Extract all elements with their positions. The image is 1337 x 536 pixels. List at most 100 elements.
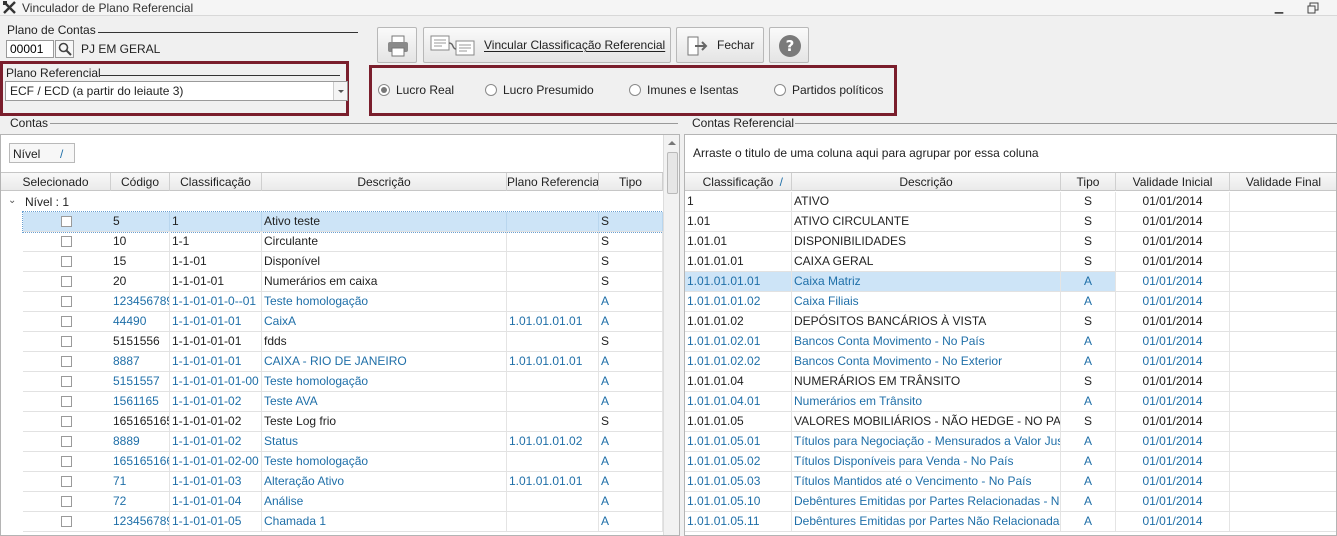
chevron-down-icon[interactable]: ⌄: [8, 195, 16, 206]
row-checkbox[interactable]: [61, 436, 72, 447]
table-row[interactable]: 5151557 1-1-01-01-01-00 Teste homologação A: [23, 372, 663, 392]
table-row[interactable]: 1.01.01.05.01 Títulos para Negociação - M…: [685, 432, 1336, 452]
row-checkbox[interactable]: [61, 276, 72, 287]
cell-classificacao: 1.01.01.05.01: [685, 432, 792, 451]
print-button[interactable]: [377, 27, 417, 63]
radio-button[interactable]: [629, 84, 641, 96]
table-row[interactable]: 8889 1-1-01-01-02 Status 1.01.01.01.02 A: [23, 432, 663, 452]
help-button[interactable]: ?: [769, 27, 809, 63]
row-checkbox[interactable]: [61, 316, 72, 327]
restore-icon[interactable]: [1307, 2, 1319, 14]
table-row[interactable]: 123456789 1-1-01-01-05 Chamada 1 A: [23, 512, 663, 532]
table-row[interactable]: 1.01.01.02 DEPÓSITOS BANCÁRIOS À VISTA S 01…: [685, 312, 1336, 332]
contas-grid: Nível / Selecionado Código Classificação De…: [0, 134, 680, 536]
row-checkbox[interactable]: [61, 236, 72, 247]
group-chip-nivel[interactable]: Nível /: [9, 143, 75, 163]
row-checkbox[interactable]: [61, 296, 72, 307]
table-row[interactable]: 1.01.01.01.02 Caixa Filiais A 01/01/2014: [685, 292, 1336, 312]
printer-icon: [388, 35, 408, 57]
plano-contas-code-input[interactable]: [6, 40, 54, 58]
vincular-button[interactable]: Vincular Classificação Referencial: [423, 27, 671, 63]
table-row[interactable]: 71 1-1-01-01-03 Alteração Ativo 1.01.01.01.…: [23, 472, 663, 492]
cell-tipo: A: [1061, 332, 1116, 351]
row-checkbox[interactable]: [61, 456, 72, 467]
cell-classificacao: 1.01.01.02: [685, 312, 792, 331]
row-checkbox[interactable]: [61, 216, 72, 227]
table-row[interactable]: 165165165 1-1-01-01-02 Teste Log frio S: [23, 412, 663, 432]
table-row[interactable]: 123456789 1-1-01-01-0--01 Teste homologaçã…: [23, 292, 663, 312]
svg-text:?: ?: [786, 37, 795, 55]
table-row[interactable]: 1.01.01.05.11 Debêntures Emitidas por Par…: [685, 512, 1336, 532]
row-checkbox[interactable]: [61, 476, 72, 487]
col-validade-final[interactable]: Validade Final: [1230, 173, 1336, 191]
row-checkbox[interactable]: [61, 336, 72, 347]
code-search-button[interactable]: [55, 40, 74, 58]
col-classificacao[interactable]: Classificação /: [685, 173, 792, 191]
col-tipo[interactable]: Tipo: [1061, 173, 1116, 191]
row-checkbox[interactable]: [61, 376, 72, 387]
table-row[interactable]: 1.01.01.01 CAIXA GERAL S 01/01/2014: [685, 252, 1336, 272]
row-checkbox[interactable]: [61, 416, 72, 427]
table-row[interactable]: 1.01.01.01.01 Caixa Matriz A 01/01/2014: [685, 272, 1336, 292]
table-row[interactable]: 1.01.01 DISPONIBILIDADES S 01/01/2014: [685, 232, 1336, 252]
col-descricao[interactable]: Descrição: [262, 173, 507, 191]
table-row[interactable]: 44490 1-1-01-01-01 CaixA 1.01.01.01.01 A: [23, 312, 663, 332]
cell-tipo: A: [1061, 272, 1116, 291]
table-row[interactable]: 1.01.01.05.10 Debêntures Emitidas por Par…: [685, 492, 1336, 512]
row-checkbox[interactable]: [61, 256, 72, 267]
cell-tipo: A: [1061, 472, 1116, 491]
table-row[interactable]: 15 1-1-01 Disponível S: [23, 252, 663, 272]
cell-tipo: A: [599, 312, 663, 331]
radio-button[interactable]: [774, 84, 786, 96]
cell-codigo: 8889: [111, 432, 170, 451]
scroll-up-icon[interactable]: [664, 135, 680, 151]
contas-scrollbar[interactable]: [663, 135, 680, 535]
fechar-button[interactable]: Fechar: [676, 27, 764, 63]
table-row[interactable]: 1.01.01.05.02 Títulos Disponíveis para Ve…: [685, 452, 1336, 472]
row-checkbox[interactable]: [61, 396, 72, 407]
chevron-down-icon[interactable]: [333, 82, 347, 100]
plano-referencial-select[interactable]: ECF / ECD (a partir do leiaute 3): [5, 81, 348, 101]
cell-validade-inicial: 01/01/2014: [1116, 412, 1230, 431]
scroll-thumb[interactable]: [667, 152, 678, 194]
radio-button[interactable]: [378, 84, 390, 96]
sort-asc-icon: /: [60, 147, 64, 161]
col-classificacao[interactable]: Classificação: [170, 173, 262, 191]
cell-classificacao: 1.01.01.05.10: [685, 492, 792, 511]
plano-contas-divider: [98, 32, 358, 33]
col-descricao[interactable]: Descrição: [792, 173, 1061, 191]
col-validade-inicial[interactable]: Validade Inicial: [1116, 173, 1230, 191]
group-row[interactable]: ⌄ Nível : 1: [1, 192, 663, 212]
table-row[interactable]: 8887 1-1-01-01-01 CAIXA - RIO DE JANEIRO 1.…: [23, 352, 663, 372]
col-selecionado[interactable]: Selecionado: [1, 173, 111, 191]
row-checkbox[interactable]: [61, 496, 72, 507]
table-row[interactable]: 72 1-1-01-01-04 Análise A: [23, 492, 663, 512]
table-row[interactable]: 165165166 1-1-01-01-02-00 Teste homologaçã…: [23, 452, 663, 472]
col-tipo[interactable]: Tipo: [599, 173, 663, 191]
table-row[interactable]: 1561165 1-1-01-01-02 Teste AVA A: [23, 392, 663, 412]
table-row[interactable]: 1.01.01.04 NUMERÁRIOS EM TRÂNSITO S 01/01/2…: [685, 372, 1336, 392]
table-row[interactable]: 20 1-1-01-01 Numerários em caixa S: [23, 272, 663, 292]
exit-icon: [687, 36, 708, 56]
table-row[interactable]: 1.01 ATIVO CIRCULANTE S 01/01/2014: [685, 212, 1336, 232]
table-row[interactable]: 1 ATIVO S 01/01/2014: [685, 192, 1336, 212]
cell-classificacao: 1-1-01-01-02: [170, 412, 262, 431]
table-row[interactable]: 1.01.01.04.01 Numerários em Trânsito A 01/0…: [685, 392, 1336, 412]
col-codigo[interactable]: Código: [111, 173, 170, 191]
minimize-icon[interactable]: ▁: [1273, 2, 1285, 14]
table-row[interactable]: 5 1 Ativo teste S: [22, 211, 664, 233]
row-checkbox[interactable]: [61, 516, 72, 527]
col-plano-referencial[interactable]: Plano Referencial: [507, 173, 599, 191]
cell-descricao: Numerários em Trânsito: [792, 392, 1061, 411]
table-row[interactable]: 1.01.01.05.03 Títulos Mantidos até o Venc…: [685, 472, 1336, 492]
table-row[interactable]: 1.01.01.05 VALORES MOBILIÁRIOS - NÃO HEDG…: [685, 412, 1336, 432]
cell-plano-referencial: [507, 452, 599, 471]
cell-validade-inicial: 01/01/2014: [1116, 512, 1230, 531]
row-checkbox[interactable]: [61, 356, 72, 367]
table-row[interactable]: 1.01.01.02.01 Bancos Conta Movimento - No…: [685, 332, 1336, 352]
table-row[interactable]: 5151556 1-1-01-01-01 fdds S: [23, 332, 663, 352]
radio-button[interactable]: [485, 84, 497, 96]
cell-tipo: S: [1061, 412, 1116, 431]
table-row[interactable]: 1.01.01.02.02 Bancos Conta Movimento - No…: [685, 352, 1336, 372]
table-row[interactable]: 10 1-1 Circulante S: [23, 232, 663, 252]
